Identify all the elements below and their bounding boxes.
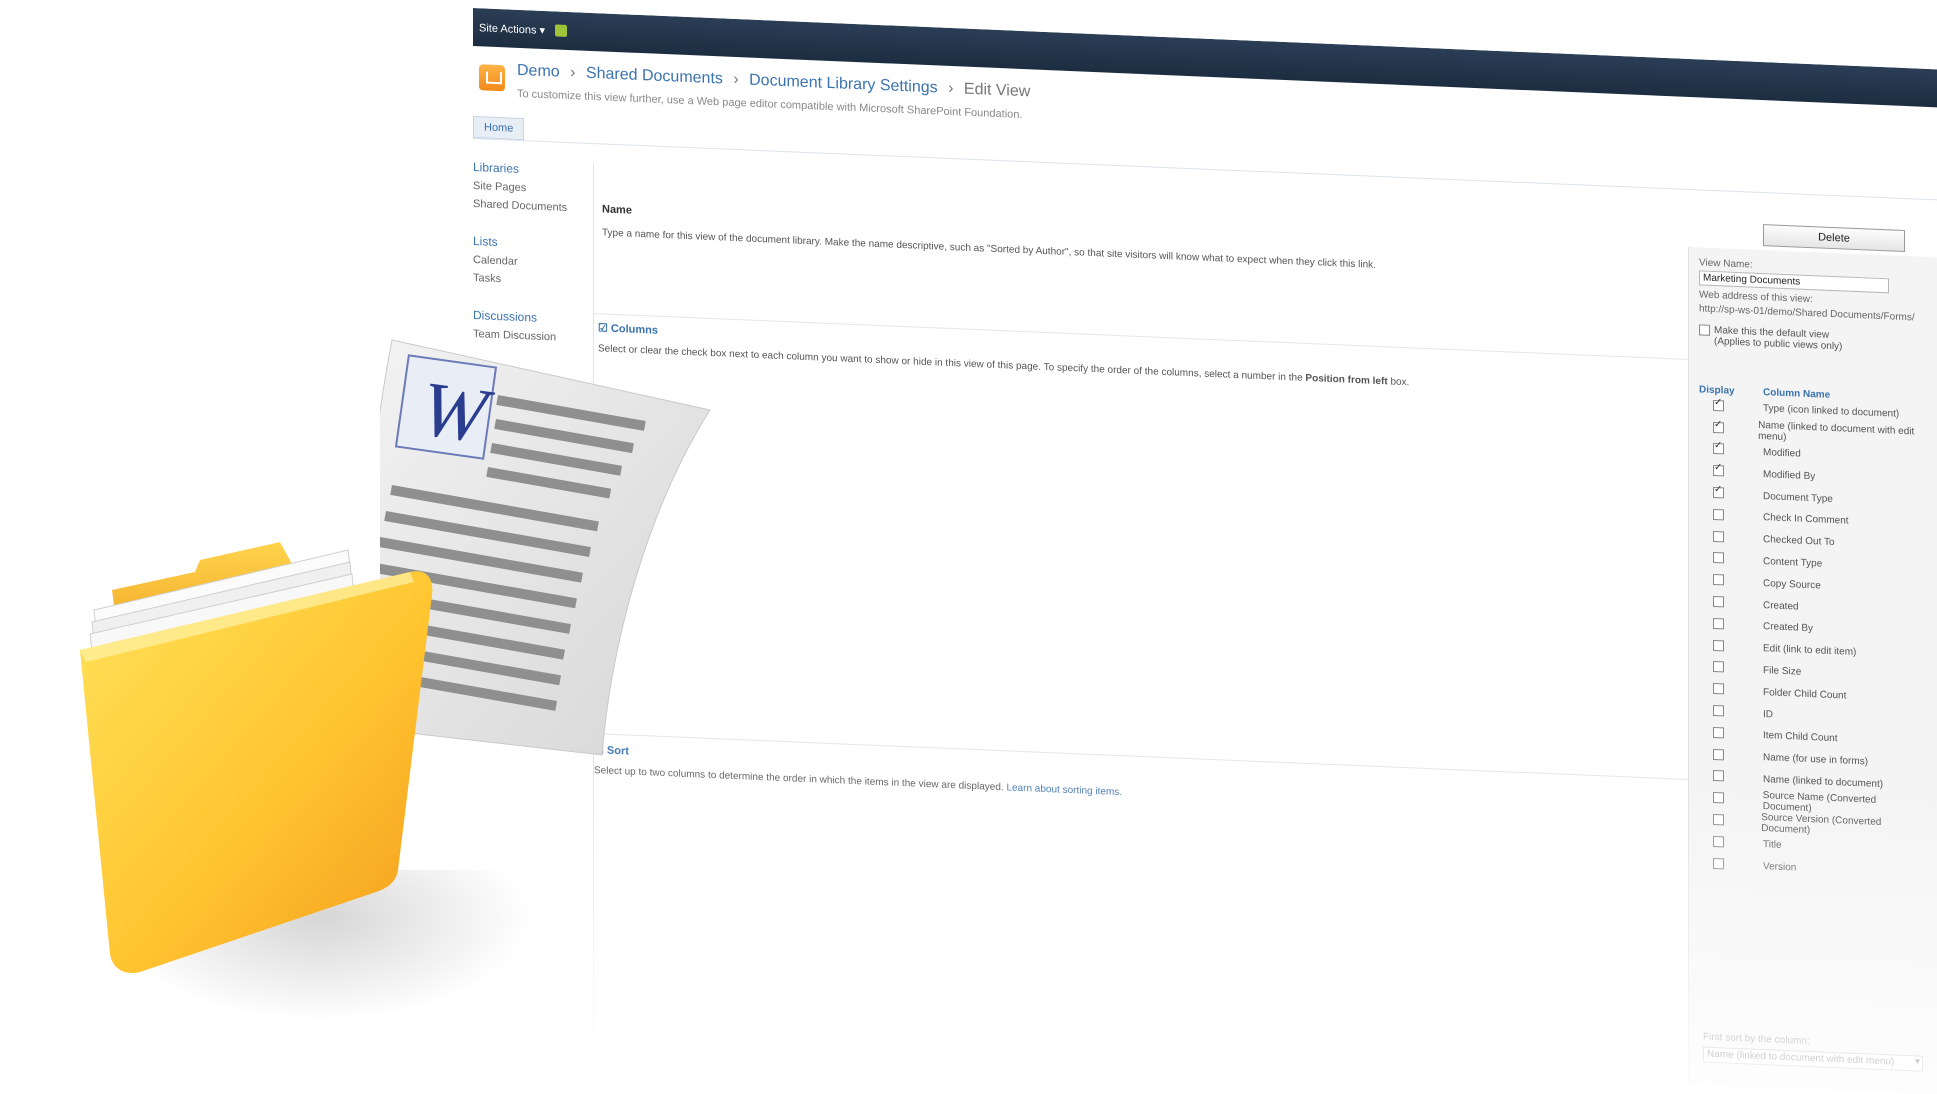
column-name: Document Type [1763,490,1833,505]
display-checkbox[interactable] [1713,705,1724,717]
display-cell [1699,726,1763,743]
navigate-up-icon[interactable] [555,24,568,37]
display-cell [1699,530,1763,547]
column-name: Version [1763,861,1797,874]
columns-desc-bold: Position from left [1305,372,1388,388]
columns-table-body: Type (icon linked to document) Name (link… [1699,395,1927,884]
display-cell [1699,835,1763,852]
column-name: Name (for use in forms) [1763,752,1869,768]
display-checkbox[interactable] [1713,857,1724,870]
breadcrumb-separator: › [948,79,954,98]
display-cell [1699,399,1763,416]
column-name: Title [1763,839,1782,852]
display-checkbox[interactable] [1713,639,1724,652]
display-checkbox[interactable] [1713,574,1724,586]
site-logo-icon[interactable] [479,64,505,92]
display-cell [1699,770,1763,787]
display-cell [1699,748,1763,765]
display-cell [1699,508,1763,525]
display-checkbox[interactable] [1713,552,1724,564]
display-cell [1699,552,1763,569]
breadcrumb-library[interactable]: Shared Documents [586,65,723,88]
column-name: Content Type [1763,556,1823,570]
learn-sorting-link[interactable]: Learn about sorting items. [1006,782,1122,798]
column-name: Modified [1763,447,1801,460]
default-view-text: Make this the default view (Applies to p… [1714,325,1842,352]
column-name: Checked Out To [1763,534,1835,549]
quick-launch: Libraries Site Pages Shared Documents Li… [473,150,593,345]
delete-button[interactable]: Delete [1763,224,1905,253]
column-name: Created By [1763,621,1814,635]
display-checkbox[interactable] [1713,487,1724,499]
display-cell [1699,421,1758,437]
nav-item-shared-documents[interactable]: Shared Documents [473,198,593,215]
display-cell [1699,704,1763,721]
nav-item-site-pages[interactable]: Site Pages [473,180,593,197]
column-name: Type (icon linked to document) [1763,403,1900,421]
column-name: Modified By [1763,468,1816,483]
display-cell [1699,617,1763,634]
display-cell [1699,595,1763,612]
nav-heading-lists[interactable]: Lists [473,234,593,253]
default-view-checkbox[interactable] [1699,324,1710,336]
display-checkbox[interactable] [1713,661,1724,673]
display-checkbox[interactable] [1713,770,1724,782]
column-name: Created [1763,599,1799,613]
display-cell [1699,857,1763,874]
site-actions-menu[interactable]: Site Actions ▾ [479,21,545,37]
nav-item-calendar[interactable]: Calendar [473,254,593,271]
display-cell [1699,443,1763,460]
display-checkbox[interactable] [1713,399,1724,412]
display-checkbox[interactable] [1713,748,1724,761]
column-name: Copy Source [1763,577,1821,592]
nav-item-tasks[interactable]: Tasks [473,272,593,289]
breadcrumb-current: Edit View [963,80,1031,101]
display-checkbox[interactable] [1713,508,1724,521]
display-checkbox[interactable] [1713,683,1724,695]
breadcrumb-settings[interactable]: Document Library Settings [749,72,938,97]
display-checkbox[interactable] [1713,814,1724,826]
folder-icon [80,542,433,974]
nav-heading-libraries[interactable]: Libraries [473,160,593,179]
display-checkbox[interactable] [1713,726,1724,739]
display-checkbox[interactable] [1713,443,1724,455]
default-view-row: Make this the default view (Applies to p… [1699,324,1927,356]
column-name: File Size [1763,665,1802,678]
display-cell [1699,661,1763,678]
display-checkbox[interactable] [1713,835,1724,848]
display-cell [1699,683,1763,700]
column-name: Item Child Count [1763,730,1838,745]
column-name: Edit (link to edit item) [1763,643,1857,659]
breadcrumb-site[interactable]: Demo [517,62,560,81]
display-cell [1699,574,1763,591]
name-section-description: Type a name for this view of the documen… [602,227,1376,271]
breadcrumb-separator: › [570,64,576,82]
display-checkbox[interactable] [1713,421,1724,434]
display-checkbox[interactable] [1713,596,1724,608]
display-checkbox[interactable] [1713,792,1724,804]
display-checkbox[interactable] [1713,530,1724,543]
column-name: Check In Comment [1763,512,1849,528]
tab-home[interactable]: Home [473,116,525,141]
columns-desc-suffix: box. [1390,376,1410,389]
column-name: ID [1763,708,1773,721]
first-sort-select[interactable]: Name (linked to document with edit menu) [1703,1046,1923,1072]
name-section-title: Name [602,203,632,217]
column-name: Name (linked to document) [1763,774,1884,791]
display-cell [1699,486,1763,503]
display-cell [1699,465,1763,482]
display-cell [1699,813,1761,830]
display-checkbox[interactable] [1713,465,1724,477]
nav-heading-discussions[interactable]: Discussions [473,308,593,327]
display-cell [1699,639,1763,656]
display-checkbox[interactable] [1713,617,1724,630]
view-settings-panel: View Name: Marketing Documents Web addre… [1688,246,1937,1094]
first-sort-label: First sort by the column: [1703,1031,1810,1048]
display-cell [1699,792,1763,809]
breadcrumb-separator: › [733,70,739,89]
column-name: Folder Child Count [1763,686,1847,702]
columns-table: Display Column Name Type (icon linked to… [1699,384,1927,884]
